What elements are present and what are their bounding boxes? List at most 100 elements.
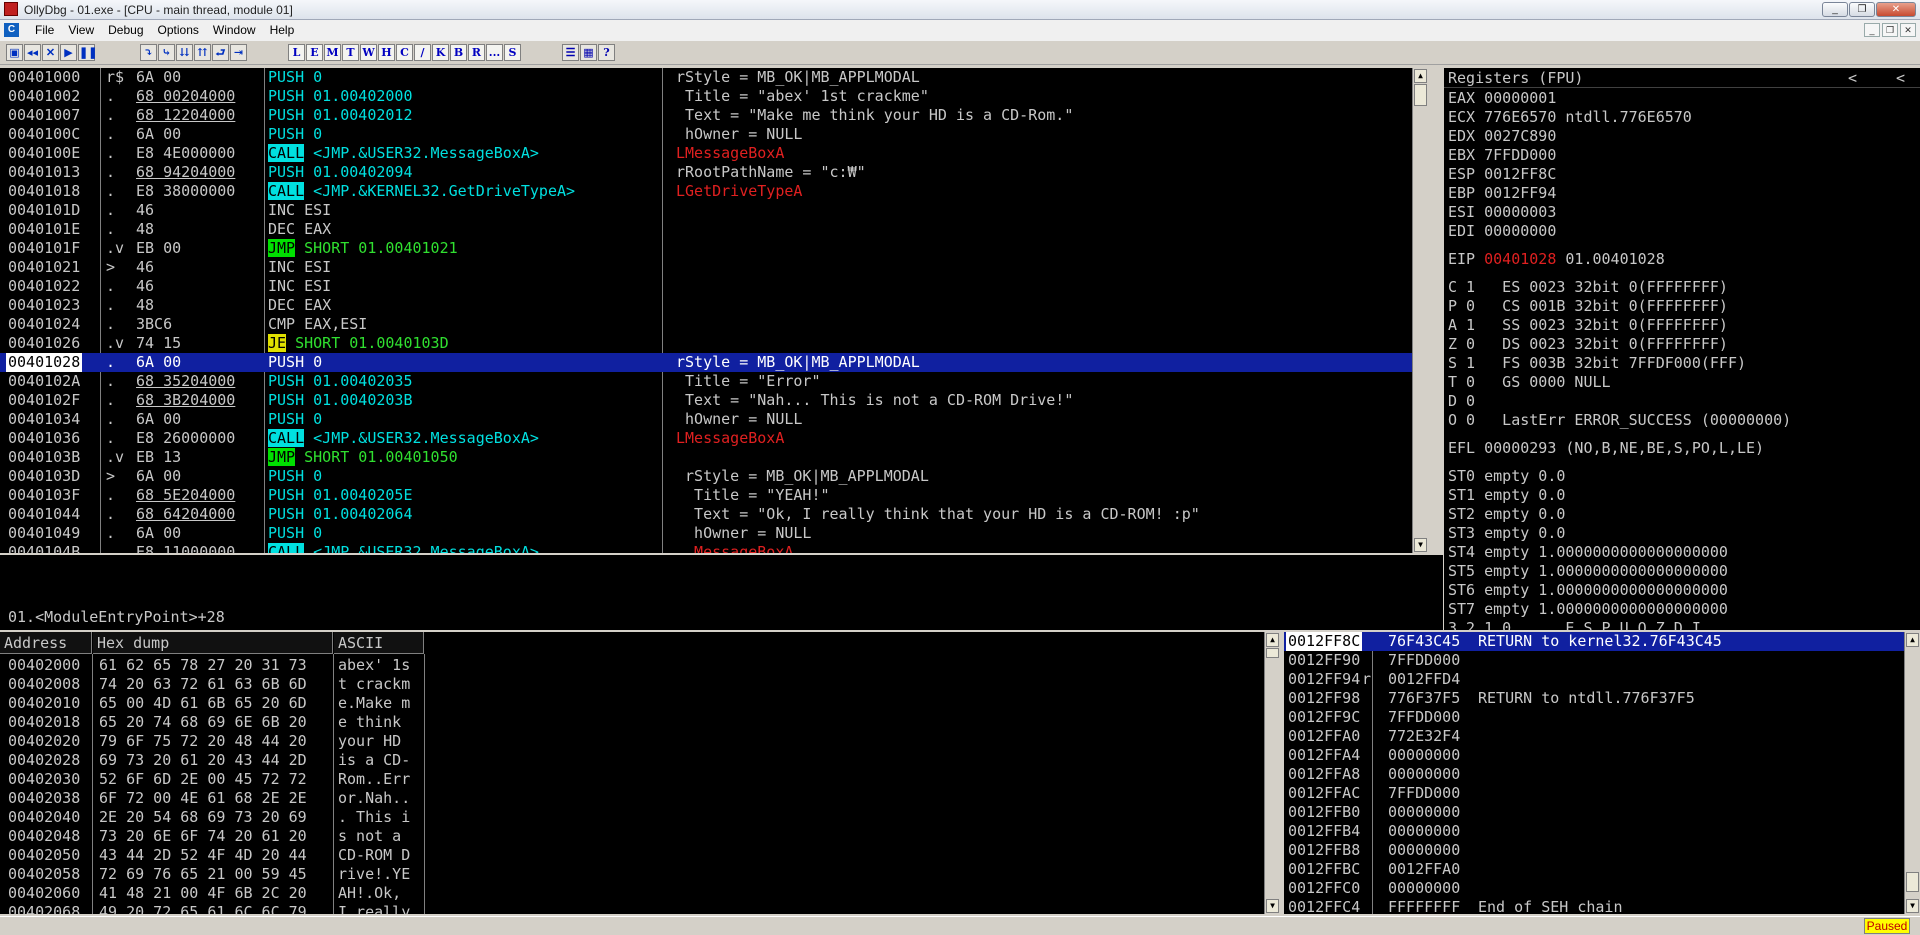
disasm-row[interactable]: 00401013. 68 94204000 PUSH 01.00402094 rRoo… [0, 163, 1428, 182]
scroll-down-icon[interactable]: ▼ [1266, 899, 1279, 913]
toolbar-button-1[interactable]: ◂◂ [24, 44, 41, 61]
scroll-up-icon[interactable]: ▲ [1414, 69, 1427, 83]
toolbar-window-button-5[interactable]: H [378, 44, 395, 61]
toolbar-step-button-3[interactable]: ⇈ [194, 44, 211, 61]
toolbar-button-4[interactable]: ❚❚ [78, 44, 97, 61]
stack-row[interactable]: 0012FFBC 0012FFA0 [1284, 860, 1920, 879]
register-line[interactable]: EBP 0012FF94 [1448, 184, 1791, 203]
toolbar-step-button-5[interactable]: ⇥ [230, 44, 247, 61]
fpu-bits-line[interactable]: 3 2 1 0 E S P U O Z D I [1448, 619, 1791, 630]
disasm-row[interactable]: 00401022. 46 INC ESI [0, 277, 1428, 296]
register-line[interactable]: EDX 0027C890 [1448, 127, 1791, 146]
disasm-row[interactable]: 00401028. 6A 00 PUSH 0 rStyle = MB_OK|MB_AP… [0, 353, 1428, 372]
scroll-down-icon[interactable]: ▼ [1906, 899, 1919, 913]
disasm-row[interactable]: 00401044. 68 64204000 PUSH 01.00402064 Tex… [0, 505, 1428, 524]
disasm-row[interactable]: 0040103F. 68 5E204000 PUSH 01.0040205E Tit… [0, 486, 1428, 505]
fpu-line[interactable]: ST7 empty 1.0000000000000000000 [1448, 600, 1791, 619]
toolbar-window-button-2[interactable]: M [324, 44, 341, 61]
registers-header[interactable]: Registers (FPU) < < [1444, 68, 1920, 88]
toolbar-step-button-1[interactable]: ⤷ [158, 44, 175, 61]
fpu-line[interactable]: ST0 empty 0.0 [1448, 467, 1791, 486]
cpu-scrollbar[interactable]: ▲ ▼ [1412, 68, 1428, 553]
dump-scrollbar[interactable]: ▲ ▼ [1264, 632, 1280, 914]
flag-line[interactable]: O 0 LastErr ERROR_SUCCESS (00000000) [1448, 411, 1791, 430]
menu-item-debug[interactable]: Debug [101, 23, 150, 37]
flag-line[interactable]: P 0 CS 001B 32bit 0(FFFFFFFF) [1448, 297, 1791, 316]
scroll-down-icon[interactable]: ▼ [1414, 538, 1427, 552]
fpu-line[interactable]: ST1 empty 0.0 [1448, 486, 1791, 505]
scroll-up-icon[interactable]: ▲ [1906, 633, 1919, 647]
mdi-minimize-button[interactable]: _ [1864, 23, 1880, 37]
menu-item-file[interactable]: File [28, 23, 61, 37]
disasm-row[interactable]: 00401018. E8 38000000 CALL <JMP.&KERNEL32.… [0, 182, 1428, 201]
close-button[interactable]: ✕ [1876, 2, 1916, 17]
stack-row[interactable]: 0012FFB4 00000000 [1284, 822, 1920, 841]
toolbar-window-button-1[interactable]: E [306, 44, 323, 61]
disasm-row[interactable]: 0040100C. 6A 00 PUSH 0 hOwner = NULL [0, 125, 1428, 144]
stack-row[interactable]: 0012FFA8 00000000 [1284, 765, 1920, 784]
registers-next-button[interactable]: < [1896, 69, 1905, 87]
disasm-row[interactable]: 0040103D >6A 00 PUSH 0 rStyle = MB_OK|MB_A… [0, 467, 1428, 486]
menu-item-help[interactable]: Help [263, 23, 302, 37]
disasm-row[interactable]: 00401024. 3BC6 CMP EAX,ESI [0, 315, 1428, 334]
disasm-row[interactable]: 0040101D. 46 INC ESI [0, 201, 1428, 220]
memory-dump-pane[interactable]: Address Hex dump ASCII 00402000 61 62 65 … [0, 632, 1280, 914]
dump-header-hex[interactable]: Hex dump [93, 632, 333, 654]
disasm-row[interactable]: 0040101E. 48 DEC EAX [0, 220, 1428, 239]
toolbar-step-button-0[interactable]: ⤵ [140, 44, 157, 61]
stack-row[interactable]: 0012FF98 776F37F5 RETURN to ntdll.776F37F5 [1284, 689, 1920, 708]
scroll-thumb[interactable] [1266, 648, 1279, 658]
toolbar-window-button-9[interactable]: B [450, 44, 467, 61]
toolbar-window-button-10[interactable]: R [468, 44, 485, 61]
minimize-button[interactable]: _ [1822, 2, 1848, 17]
stack-pane[interactable]: 0012FF8C 76F43C45 RETURN to kernel32.76F43… [1284, 632, 1920, 914]
scroll-thumb[interactable] [1414, 84, 1427, 106]
register-line[interactable]: EBX 7FFDD000 [1448, 146, 1791, 165]
dump-header-ascii[interactable]: ASCII [334, 632, 424, 654]
cpu-window-icon[interactable]: C [4, 23, 19, 37]
disasm-row[interactable]: 00401007. 68 12204000 PUSH 01.00402012 Tex… [0, 106, 1428, 125]
stack-row[interactable]: 0012FF94 r 0012FFD4 [1284, 670, 1920, 689]
flag-line[interactable]: S 1 FS 003B 32bit 7FFDF000(FFF) [1448, 354, 1791, 373]
toolbar-window-button-7[interactable]: / [414, 44, 431, 61]
toolbar-window-button-4[interactable]: W [360, 44, 377, 61]
stack-row[interactable]: 0012FF90 7FFDD000 [1284, 651, 1920, 670]
fpu-line[interactable]: ST5 empty 1.0000000000000000000 [1448, 562, 1791, 581]
stack-row[interactable]: 0012FFA0 772E32F4 [1284, 727, 1920, 746]
fpu-line[interactable]: ST3 empty 0.0 [1448, 524, 1791, 543]
disasm-row[interactable]: 00401002. 68 00204000 PUSH 01.00402000 Tit… [0, 87, 1428, 106]
disasm-row[interactable]: 00401049. 6A 00 PUSH 0 hOwner = NULL [0, 524, 1428, 543]
toolbar-window-button-11[interactable]: ... [486, 44, 503, 61]
mdi-close-button[interactable]: ✕ [1900, 23, 1916, 37]
flag-line[interactable]: D 0 [1448, 392, 1791, 411]
disasm-row[interactable]: 00401036. E8 26000000 CALL <JMP.&USER32.Me… [0, 429, 1428, 448]
disasm-row[interactable]: 00401021 >46 INC ESI [0, 258, 1428, 277]
flag-line[interactable]: C 1 ES 0023 32bit 0(FFFFFFFF) [1448, 278, 1791, 297]
toolbar-window-button-8[interactable]: K [432, 44, 449, 61]
scroll-thumb[interactable] [1906, 872, 1919, 892]
disasm-row[interactable]: 0040102A. 68 35204000 PUSH 01.00402035 Tit… [0, 372, 1428, 391]
dump-header-address[interactable]: Address [0, 632, 92, 654]
register-line[interactable]: ESI 00000003 [1448, 203, 1791, 222]
stack-row[interactable]: 0012FFA4 00000000 [1284, 746, 1920, 765]
stack-row[interactable]: 0012FF9C 7FFDD000 [1284, 708, 1920, 727]
eip-register-line[interactable]: EIP 00401028 01.00401028 [1448, 250, 1791, 269]
stack-row[interactable]: 0012FF8C 76F43C45 RETURN to kernel32.76F43… [1284, 632, 1920, 651]
menu-item-window[interactable]: Window [206, 23, 263, 37]
disasm-row[interactable]: 0040104B. E8 11000000 CALL <JMP.&USER32.Me… [0, 543, 1428, 553]
stack-row[interactable]: 0012FFC4 FFFFFFFF End of SEH chain [1284, 898, 1920, 914]
app-icon[interactable] [4, 2, 18, 16]
toolbar-extra-button-0[interactable]: ☰ [562, 44, 579, 61]
toolbar-window-button-12[interactable]: S [504, 44, 521, 61]
toolbar-step-button-4[interactable]: ⮐ [212, 44, 229, 61]
efl-line[interactable]: EFL 00000293 (NO,B,NE,BE,S,PO,L,LE) [1448, 439, 1791, 458]
toolbar-window-button-6[interactable]: C [396, 44, 413, 61]
toolbar-button-3[interactable]: ▶ [60, 44, 77, 61]
toolbar-window-button-3[interactable]: T [342, 44, 359, 61]
scroll-up-icon[interactable]: ▲ [1266, 633, 1279, 647]
disasm-row[interactable]: 0040101F .v EB 00 JMP SHORT 01.00401021 [0, 239, 1428, 258]
toolbar-window-button-0[interactable]: L [288, 44, 305, 61]
fpu-line[interactable]: ST6 empty 1.0000000000000000000 [1448, 581, 1791, 600]
stack-row[interactable]: 0012FFB8 00000000 [1284, 841, 1920, 860]
stack-scrollbar[interactable]: ▲ ▼ [1904, 632, 1920, 914]
